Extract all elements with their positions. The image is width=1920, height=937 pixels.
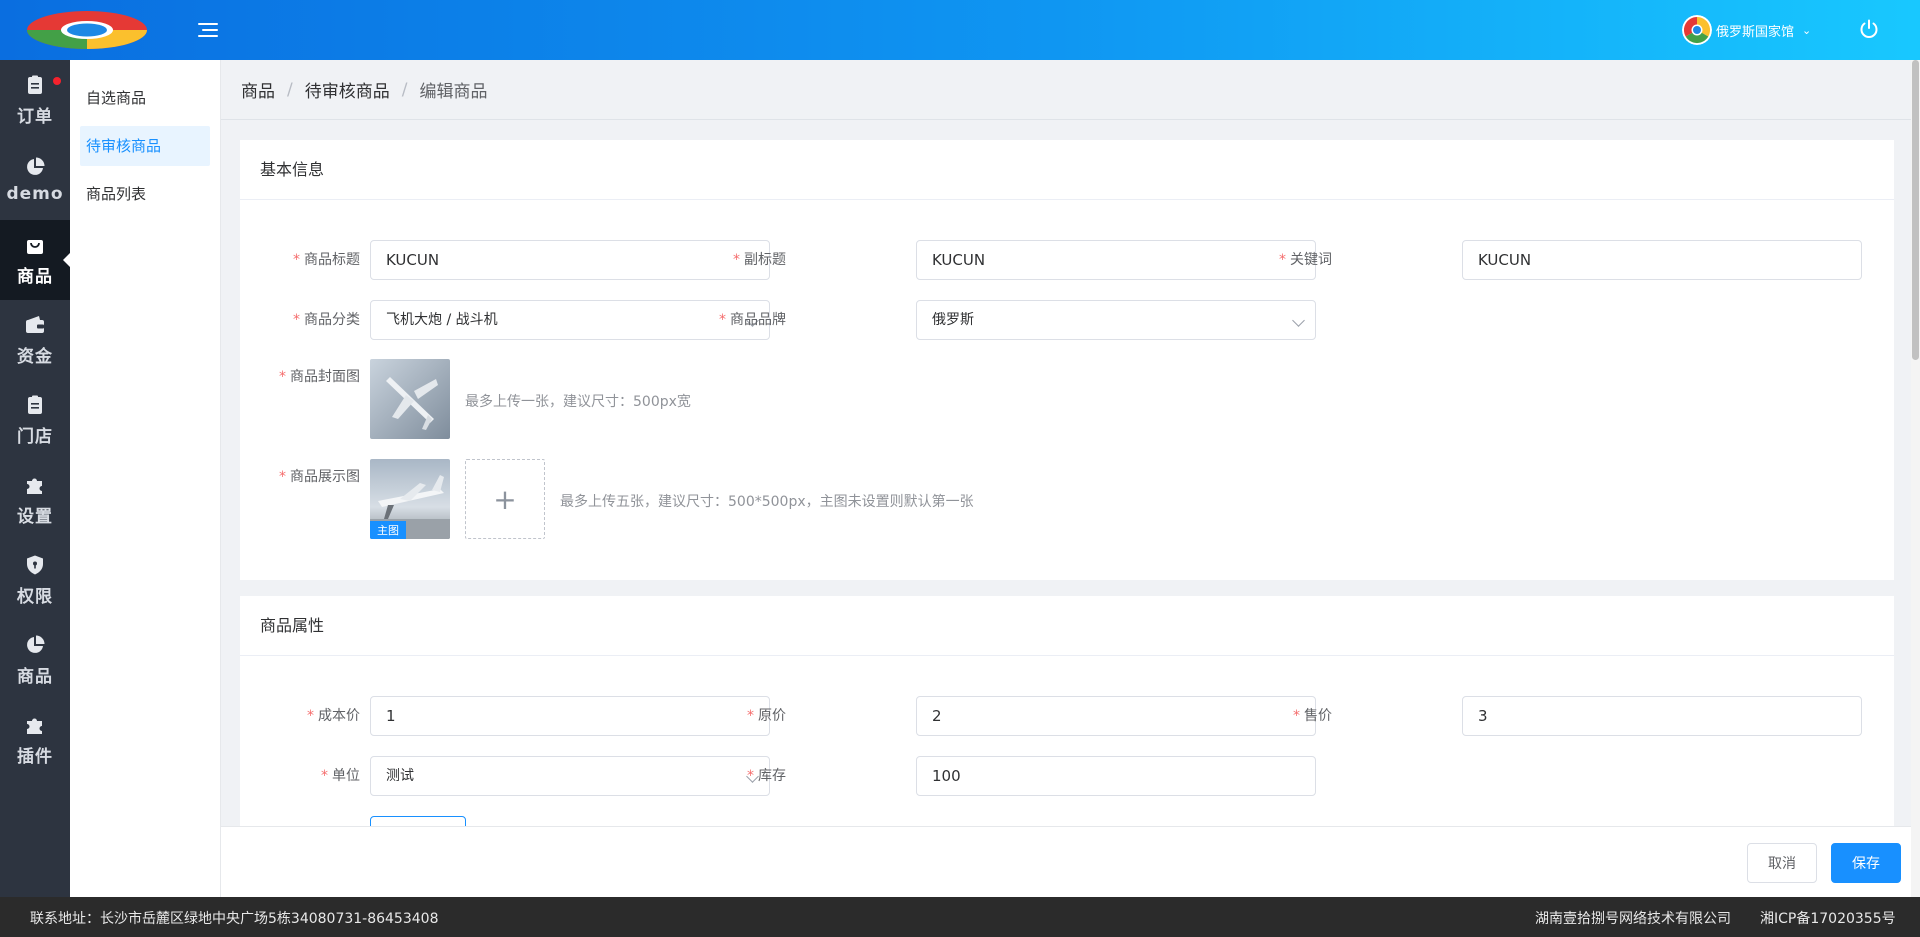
form-action-bar: 取消 保存 [221, 826, 1911, 897]
user-name: 俄罗斯国家馆 [1716, 24, 1795, 40]
attributes-card: 商品属性 *成本价 *原价 *售价 *单位 测试 *库存 [240, 596, 1894, 826]
chevron-down-icon [1292, 314, 1305, 327]
sidebar-item-demo[interactable]: demo [0, 140, 70, 220]
pie-chart-icon [27, 635, 45, 653]
vertical-scrollbar[interactable] [1911, 60, 1920, 897]
cover-image-hint: 最多上传一张，建议尺寸：500px宽 [465, 394, 691, 410]
sidebar-item-settings[interactable]: 设置 [0, 460, 70, 540]
cost-price-label: * 成本价 [307, 708, 360, 724]
shopping-bag-icon [27, 239, 43, 254]
clipboard-icon [28, 75, 42, 94]
unit-label: * 单位 [321, 768, 360, 784]
cover-image-label: * 商品封面图 [279, 369, 360, 385]
brand-logo[interactable] [26, 10, 148, 50]
wallet-icon [26, 315, 44, 333]
sidebar-item-plugins[interactable]: 插件 [0, 700, 70, 780]
sale-price-label: * 售价 [1293, 708, 1332, 724]
breadcrumb: 商品 / 待审核商品 / 编辑商品 [221, 60, 1911, 120]
brand-label: * 商品品牌 [719, 312, 786, 328]
submenu-item-pending-review[interactable]: 待审核商品 [80, 126, 210, 166]
cancel-button[interactable]: 取消 [1747, 843, 1817, 883]
user-avatar [1682, 15, 1712, 45]
sale-price-input[interactable] [1462, 696, 1862, 736]
footer-company: 湖南壹拾捌号网络技术有限公司 [1535, 911, 1731, 927]
user-dropdown[interactable]: 俄罗斯国家馆 ⌄ [1682, 15, 1811, 45]
sidebar-item-funds[interactable]: 资金 [0, 300, 70, 380]
power-icon[interactable] [1858, 18, 1880, 40]
stock-label: * 库存 [747, 768, 786, 784]
main-image-tag: 主图 [370, 521, 406, 539]
original-price-label: * 原价 [747, 708, 786, 724]
menu-toggle-icon[interactable] [198, 19, 218, 41]
sidebar-item-permissions[interactable]: 权限 [0, 540, 70, 620]
keywords-input[interactable] [1462, 240, 1862, 280]
upload-image-button[interactable]: + [465, 459, 545, 539]
breadcrumb-products[interactable]: 商品 [241, 77, 275, 102]
form-scroll-area[interactable]: 基本信息 *商品标题 *副标题 *关键词 *商品分类 飞机大炮 / 战斗机 *商… [221, 121, 1911, 826]
breadcrumb-edit-product: 编辑商品 [419, 82, 488, 102]
keywords-label: * 关键词 [1279, 252, 1332, 268]
shield-icon [27, 555, 43, 574]
product-title-label: * 商品标题 [293, 252, 360, 268]
section-title: 商品属性 [240, 596, 1894, 656]
breadcrumb-pending-review[interactable]: 待审核商品 [305, 77, 390, 102]
basic-info-card: 基本信息 *商品标题 *副标题 *关键词 *商品分类 飞机大炮 / 战斗机 *商… [240, 140, 1894, 580]
main-sidebar: 订单 demo 商品 资金 门店 设置 权限 商品 插件 [0, 60, 70, 897]
gallery-label: * 商品展示图 [279, 469, 360, 485]
clipboard-icon [28, 395, 42, 414]
scrollbar-thumb[interactable] [1912, 60, 1919, 360]
sidebar-item-products-2[interactable]: 商品 [0, 620, 70, 700]
puzzle-icon [27, 478, 42, 494]
sidebar-item-products[interactable]: 商品 [0, 220, 70, 300]
save-button[interactable]: 保存 [1831, 843, 1901, 883]
partial-button[interactable] [370, 816, 466, 826]
pie-chart-icon [27, 157, 45, 175]
category-label: * 商品分类 [293, 312, 360, 328]
page-footer: 联系地址：长沙市岳麓区绿地中央广场5栋34080731-86453408 湖南壹… [0, 897, 1920, 937]
chevron-down-icon: ⌄ [1802, 23, 1812, 37]
section-title: 基本信息 [240, 140, 1894, 200]
sidebar-item-stores[interactable]: 门店 [0, 380, 70, 460]
footer-icp-link[interactable]: 湘ICP备17020355号 [1760, 908, 1896, 928]
subtitle-label: * 副标题 [733, 252, 786, 268]
plus-icon: + [493, 482, 517, 516]
footer-address: 联系地址：长沙市岳麓区绿地中央广场5栋34080731-86453408 [30, 911, 439, 927]
sub-menu: 自选商品 待审核商品 商品列表 [70, 60, 221, 897]
submenu-item-selected-products[interactable]: 自选商品 [80, 78, 210, 118]
gallery-image-thumbnail[interactable]: 主图 [370, 459, 450, 539]
brand-select[interactable]: 俄罗斯 [916, 300, 1316, 340]
puzzle-icon [27, 718, 42, 734]
submenu-item-product-list[interactable]: 商品列表 [80, 174, 210, 214]
breadcrumb-separator: / [287, 79, 293, 100]
top-header: 俄罗斯国家馆 ⌄ [0, 0, 1920, 60]
airplane-photo [370, 359, 450, 439]
notification-dot [53, 77, 61, 85]
gallery-hint: 最多上传五张，建议尺寸：500*500px，主图未设置则默认第一张 [560, 494, 974, 510]
breadcrumb-separator: / [401, 79, 408, 100]
sidebar-item-orders[interactable]: 订单 [0, 60, 70, 140]
stock-input[interactable] [916, 756, 1316, 796]
cover-image-thumbnail[interactable] [370, 359, 450, 439]
